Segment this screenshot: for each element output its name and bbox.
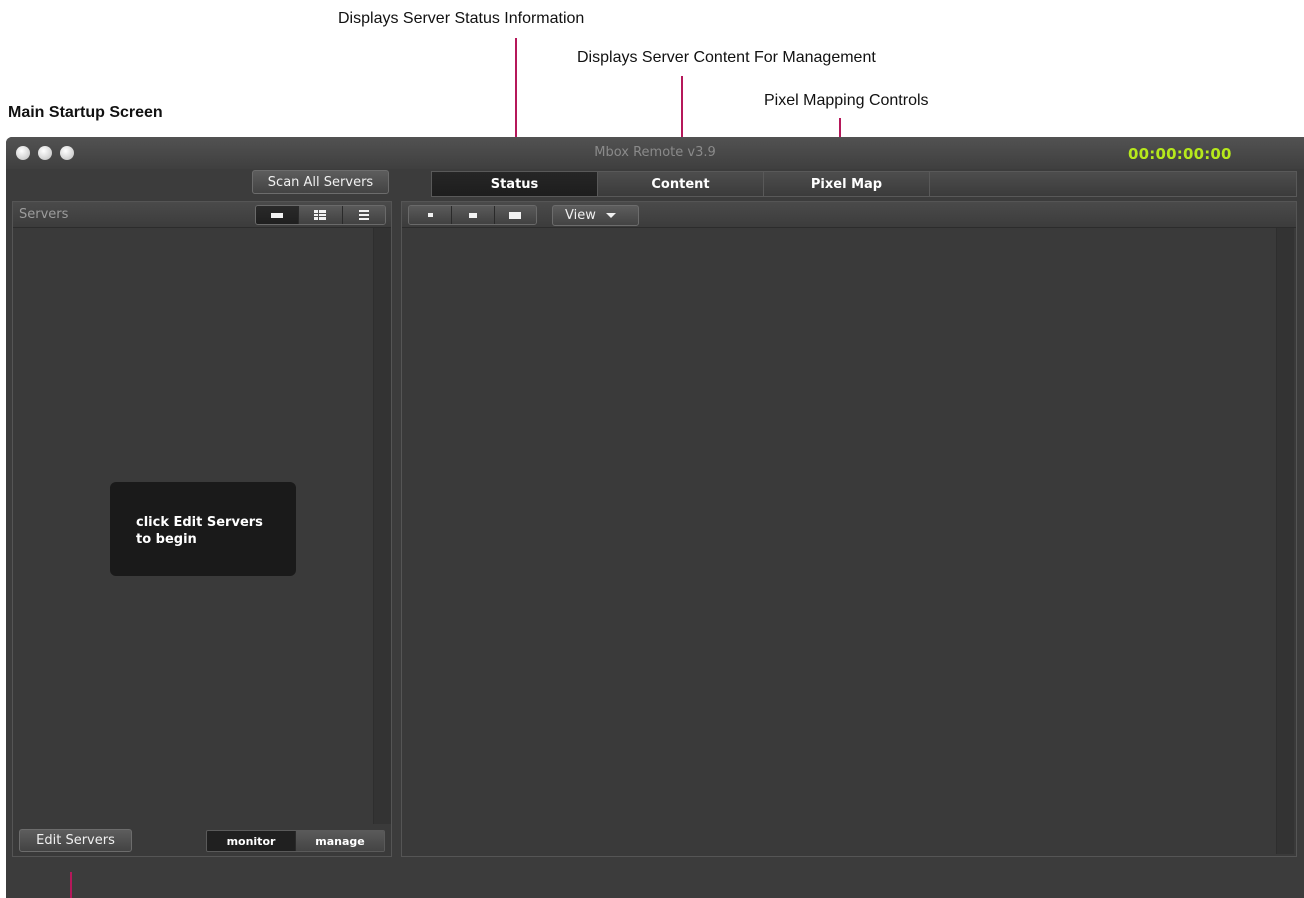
tab-bar-filler <box>930 172 1296 196</box>
medium-size-icon <box>469 212 477 218</box>
edit-servers-annotation-line <box>70 872 72 898</box>
app-window: Mbox Remote v3.9 00:00:00:00 Scan All Se… <box>6 137 1304 898</box>
tab-content[interactable]: Content <box>598 172 764 196</box>
main-content-scrollbar[interactable] <box>1276 228 1294 854</box>
manage-mode-button[interactable]: manage <box>295 831 384 851</box>
scan-all-servers-button[interactable]: Scan All Servers <box>252 170 389 194</box>
main-panel-toolbar: View <box>402 202 1296 228</box>
pixelmap-annotation: Pixel Mapping Controls <box>764 92 929 109</box>
edit-servers-button[interactable]: Edit Servers <box>19 829 132 852</box>
monitor-manage-toggle: monitor manage <box>206 830 385 852</box>
small-size-icon <box>427 213 433 217</box>
servers-panel-title: Servers <box>19 207 69 222</box>
medium-size-button[interactable] <box>452 206 495 224</box>
view-menu-button[interactable]: View <box>552 205 639 226</box>
grid-view-icon <box>314 210 327 220</box>
large-size-icon <box>509 211 522 219</box>
view-menu-label: View <box>565 208 596 223</box>
thumbnail-size-selector <box>408 205 537 225</box>
monitor-mode-button[interactable]: monitor <box>207 831 295 851</box>
tab-status[interactable]: Status <box>432 172 598 196</box>
servers-panel-header: Servers <box>13 202 391 228</box>
chevron-down-icon <box>605 213 616 218</box>
window-title: Mbox Remote v3.9 <box>594 145 716 160</box>
grid-view-button[interactable] <box>299 206 343 224</box>
large-icon-view-button[interactable] <box>256 206 300 224</box>
servers-list-scrollbar[interactable] <box>373 228 391 824</box>
edit-servers-hint: click Edit Servers to begin <box>110 482 296 576</box>
title-bar[interactable]: Mbox Remote v3.9 00:00:00:00 <box>6 137 1304 169</box>
server-view-mode-selector <box>255 205 386 225</box>
content-annotation: Displays Server Content For Management <box>577 49 876 66</box>
large-size-button[interactable] <box>494 206 536 224</box>
main-content-panel: View <box>401 201 1297 857</box>
list-view-button[interactable] <box>342 206 385 224</box>
servers-panel: Servers click Edit Servers to begin Edit… <box>12 201 392 857</box>
small-size-button[interactable] <box>409 206 453 224</box>
main-tabs: Status Content Pixel Map <box>431 171 1297 197</box>
large-icon-view-icon <box>271 212 284 218</box>
screen-heading: Main Startup Screen <box>8 104 163 121</box>
status-annotation: Displays Server Status Information <box>338 10 585 27</box>
timecode-display: 00:00:00:00 <box>1128 145 1232 163</box>
tab-pixel-map[interactable]: Pixel Map <box>764 172 930 196</box>
list-view-icon <box>358 210 369 220</box>
